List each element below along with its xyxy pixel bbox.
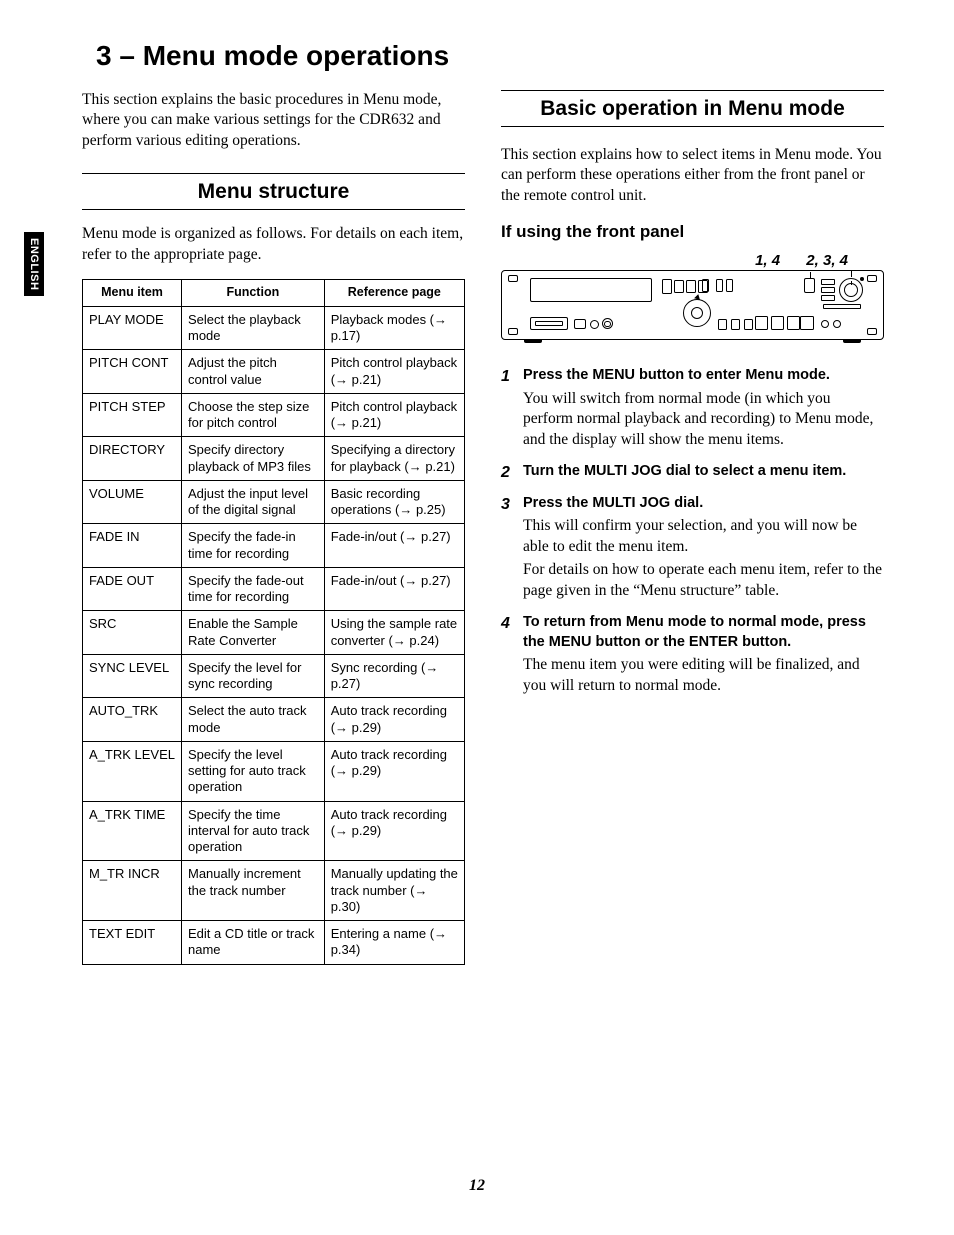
step-lead: Press the MENU button to enter Menu mode…: [523, 366, 884, 386]
left-column: This section explains the basic procedur…: [82, 90, 465, 965]
table-row: M_TR INCRManually increment the track nu…: [83, 861, 465, 921]
table-row: VOLUMEAdjust the input level of the digi…: [83, 480, 465, 524]
step-lead: To return from Menu mode to normal mode,…: [523, 613, 884, 652]
cell-function: Adjust the input level of the digital si…: [182, 480, 325, 524]
table-row: PITCH STEPChoose the step size for pitch…: [83, 393, 465, 437]
table-row: SYNC LEVELSpecify the level for sync rec…: [83, 654, 465, 698]
table-row: PLAY MODESelect the playback modePlaybac…: [83, 306, 465, 350]
diagram-callouts: 1, 4 2, 3, 4: [501, 252, 884, 269]
cell-function: Edit a CD title or track name: [182, 921, 325, 965]
cell-menu-item: PITCH CONT: [83, 350, 182, 394]
step-body: This will confirm your selection, and yo…: [523, 516, 884, 557]
menu-button-icon: [804, 278, 815, 293]
table-row: DIRECTORYSpecify directory playback of M…: [83, 437, 465, 481]
cell-function: Choose the step size for pitch control: [182, 393, 325, 437]
cell-function: Select the playback mode: [182, 306, 325, 350]
cell-menu-item: FADE IN: [83, 524, 182, 568]
step-body: You will switch from normal mode (in whi…: [523, 389, 884, 450]
step-item: To return from Menu mode to normal mode,…: [501, 613, 884, 696]
cell-function: Specify the fade-in time for recording: [182, 524, 325, 568]
step-item: Press the MULTI JOG dial.This will confi…: [501, 494, 884, 601]
cell-reference: Using the sample rate converter (→ p.24): [324, 611, 464, 655]
table-row: PITCH CONTAdjust the pitch control value…: [83, 350, 465, 394]
menu-structure-table: Menu item Function Reference page PLAY M…: [82, 279, 465, 964]
col-header-menu-item: Menu item: [83, 280, 182, 307]
table-row: A_TRK LEVELSpecify the level setting for…: [83, 741, 465, 801]
cell-reference: Basic recording operations (→ p.25): [324, 480, 464, 524]
cell-function: Specify directory playback of MP3 files: [182, 437, 325, 481]
procedure-steps: Press the MENU button to enter Menu mode…: [501, 366, 884, 696]
cell-reference: Auto track recording (→ p.29): [324, 698, 464, 742]
cell-menu-item: SRC: [83, 611, 182, 655]
cell-menu-item: VOLUME: [83, 480, 182, 524]
table-row: AUTO_TRKSelect the auto track modeAuto t…: [83, 698, 465, 742]
cell-menu-item: AUTO_TRK: [83, 698, 182, 742]
step-lead: Turn the MULTI JOG dial to select a menu…: [523, 462, 884, 482]
col-header-function: Function: [182, 280, 325, 307]
cell-menu-item: FADE OUT: [83, 567, 182, 611]
cell-function: Specify the fade-out time for recording: [182, 567, 325, 611]
callout-multi-jog: 2, 3, 4: [806, 252, 848, 269]
step-lead: Press the MULTI JOG dial.: [523, 494, 884, 514]
cell-function: Specify the level for sync recording: [182, 654, 325, 698]
callout-menu-button: 1, 4: [755, 252, 780, 269]
cell-menu-item: PITCH STEP: [83, 393, 182, 437]
menu-structure-body: Menu mode is organized as follows. For d…: [82, 224, 465, 265]
cell-reference: Pitch control playback (→ p.21): [324, 393, 464, 437]
cell-function: Select the auto track mode: [182, 698, 325, 742]
two-column-layout: This section explains the basic procedur…: [82, 90, 884, 965]
cell-menu-item: SYNC LEVEL: [83, 654, 182, 698]
cell-reference: Auto track recording (→ p.29): [324, 741, 464, 801]
cell-function: Enable the Sample Rate Converter: [182, 611, 325, 655]
table-row: FADE OUTSpecify the fade-out time for re…: [83, 567, 465, 611]
cell-reference: Manually updating the track number (→ p.…: [324, 861, 464, 921]
cell-reference: Fade-in/out (→ p.27): [324, 524, 464, 568]
step-item: Turn the MULTI JOG dial to select a menu…: [501, 462, 884, 482]
language-tab: ENGLISH: [24, 232, 44, 296]
display-icon: [530, 278, 652, 302]
page: ENGLISH 3 – Menu mode operations This se…: [0, 0, 954, 1235]
front-panel-diagram: 1, 4 2, 3, 4: [501, 252, 884, 340]
cell-menu-item: A_TRK TIME: [83, 801, 182, 861]
cell-menu-item: TEXT EDIT: [83, 921, 182, 965]
cell-reference: Sync recording (→ p.27): [324, 654, 464, 698]
cell-menu-item: DIRECTORY: [83, 437, 182, 481]
table-row: SRCEnable the Sample Rate ConverterUsing…: [83, 611, 465, 655]
step-body: The menu item you were editing will be f…: [523, 655, 884, 696]
cell-reference: Specifying a directory for playback (→ p…: [324, 437, 464, 481]
section-heading-menu-structure: Menu structure: [82, 173, 465, 210]
page-number: 12: [0, 1177, 954, 1195]
table-row: TEXT EDITEdit a CD title or track nameEn…: [83, 921, 465, 965]
chapter-intro: This section explains the basic procedur…: [82, 90, 465, 151]
table-row: A_TRK TIMESpecify the time interval for …: [83, 801, 465, 861]
cell-reference: Playback modes (→ p.17): [324, 306, 464, 350]
cell-menu-item: M_TR INCR: [83, 861, 182, 921]
cell-menu-item: PLAY MODE: [83, 306, 182, 350]
step-body: For details on how to operate each menu …: [523, 560, 884, 601]
cell-function: Specify the level setting for auto track…: [182, 741, 325, 801]
multi-jog-dial-icon: [839, 278, 863, 302]
device-illustration: [501, 270, 884, 340]
chapter-title: 3 – Menu mode operations: [82, 40, 884, 72]
table-row: FADE INSpecify the fade-in time for reco…: [83, 524, 465, 568]
cell-function: Adjust the pitch control value: [182, 350, 325, 394]
basic-operation-intro: This section explains how to select item…: [501, 145, 884, 206]
table-header-row: Menu item Function Reference page: [83, 280, 465, 307]
subsection-front-panel: If using the front panel: [501, 222, 884, 242]
cell-function: Manually increment the track number: [182, 861, 325, 921]
cell-reference: Pitch control playback (→ p.21): [324, 350, 464, 394]
cell-reference: Fade-in/out (→ p.27): [324, 567, 464, 611]
right-column: Basic operation in Menu mode This sectio…: [501, 90, 884, 965]
disc-tray-icon: [530, 317, 568, 330]
cell-menu-item: A_TRK LEVEL: [83, 741, 182, 801]
col-header-reference: Reference page: [324, 280, 464, 307]
center-jog-icon: [683, 299, 711, 327]
cell-function: Specify the time interval for auto track…: [182, 801, 325, 861]
cell-reference: Entering a name (→ p.34): [324, 921, 464, 965]
step-item: Press the MENU button to enter Menu mode…: [501, 366, 884, 450]
section-heading-basic-operation: Basic operation in Menu mode: [501, 90, 884, 127]
cell-reference: Auto track recording (→ p.29): [324, 801, 464, 861]
